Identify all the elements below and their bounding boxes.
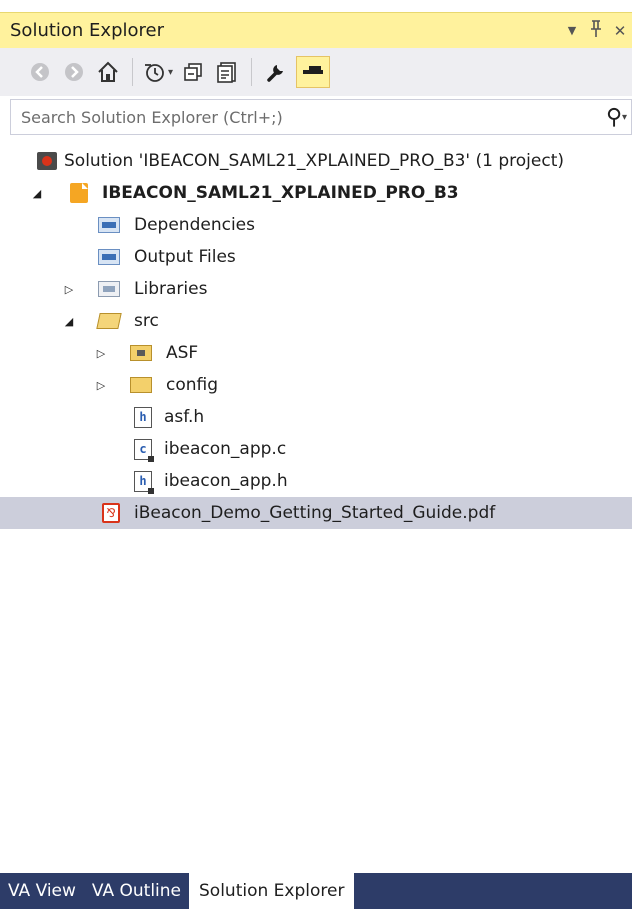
tree-item-ibeacon-app-c[interactable]: c ibeacon_app.c — [0, 433, 632, 465]
home-icon — [98, 61, 118, 82]
history-icon — [145, 64, 164, 82]
tree-item-label: Dependencies — [134, 215, 255, 235]
header-file-icon: h — [132, 406, 154, 428]
collapsed-arrow-icon[interactable]: ▷ — [94, 346, 108, 360]
tab-va-view[interactable]: VA View — [0, 873, 84, 909]
forward-icon — [65, 63, 83, 81]
collapse-all-icon — [184, 63, 202, 81]
pdf-icon: ⅋ — [100, 502, 122, 524]
tab-solution-explorer[interactable]: Solution Explorer — [189, 873, 355, 909]
collapsed-arrow-icon[interactable]: ▷ — [62, 282, 76, 296]
open-folder-icon — [96, 310, 122, 332]
toolbar-separator — [251, 58, 253, 86]
tree-item-label: ibeacon_app.h — [164, 471, 288, 491]
tool-window-tabs: VA View VA Outline Solution Explorer — [0, 873, 632, 909]
tree-item-label: Output Files — [134, 247, 236, 267]
tree-item-dependencies[interactable]: Dependencies — [0, 209, 632, 241]
show-all-files-icon — [217, 62, 236, 83]
tree-item-config-folder[interactable]: ▷ config — [0, 369, 632, 401]
tree-item-label: config — [166, 375, 219, 395]
collapsed-arrow-icon[interactable]: ▷ — [94, 378, 108, 392]
tree-item-asf-h[interactable]: h asf.h — [0, 401, 632, 433]
tab-va-outline[interactable]: VA Outline — [84, 873, 189, 909]
tree-item-label: Solution 'IBEACON_SAML21_XPLAINED_PRO_B3… — [64, 151, 564, 171]
window-title: Solution Explorer — [10, 20, 164, 41]
solution-tree: Solution 'IBEACON_SAML21_XPLAINED_PRO_B3… — [0, 145, 632, 529]
folder-icon — [130, 374, 152, 396]
header-file-icon: h — [132, 470, 154, 494]
search-icon[interactable]: ⚲ — [602, 105, 622, 130]
expanded-arrow-icon[interactable]: ◢ — [30, 186, 44, 200]
back-icon — [31, 63, 49, 81]
tree-item-libraries[interactable]: ▷ Libraries — [0, 273, 632, 305]
pin-icon[interactable] — [584, 19, 608, 42]
tool-window-title-bar: Solution Explorer ▼ ✕ — [0, 12, 632, 48]
tree-item-output-files[interactable]: Output Files — [0, 241, 632, 273]
tree-item-label: IBEACON_SAML21_XPLAINED_PRO_B3 — [102, 183, 459, 203]
expanded-arrow-icon[interactable]: ◢ — [62, 314, 76, 328]
tree-item-asf-folder[interactable]: ▷ ASF — [0, 337, 632, 369]
c-file-icon: c — [132, 438, 154, 462]
output-files-icon — [98, 246, 120, 268]
properties-button[interactable] — [262, 56, 290, 88]
tree-item-ibeacon-app-h[interactable]: h ibeacon_app.h — [0, 465, 632, 497]
toolbar-separator — [132, 58, 133, 86]
toolbar: ▾ — [0, 48, 632, 96]
tree-item-label: asf.h — [164, 407, 205, 427]
project-icon — [68, 182, 90, 204]
pending-changes-filter-button[interactable]: ▾ — [143, 56, 173, 88]
forward-button[interactable] — [60, 56, 88, 88]
back-button[interactable] — [26, 56, 54, 88]
libraries-icon — [98, 278, 120, 300]
window-position-dropdown-icon[interactable]: ▼ — [560, 24, 584, 37]
preview-selected-items-button[interactable] — [296, 56, 331, 88]
tree-item-label: src — [134, 311, 159, 331]
tree-item-label: iBeacon_Demo_Getting_Started_Guide.pdf — [134, 503, 496, 523]
tree-item-label: Libraries — [134, 279, 208, 299]
history-dropdown-icon[interactable]: ▾ — [168, 67, 173, 78]
close-icon[interactable]: ✕ — [608, 22, 632, 40]
wrench-icon — [267, 65, 284, 82]
search-options-dropdown-icon[interactable]: ▾ — [622, 112, 631, 123]
tree-item-pdf[interactable]: ⅋ iBeacon_Demo_Getting_Started_Guide.pdf — [0, 497, 632, 529]
tree-item-label: ibeacon_app.c — [164, 439, 287, 459]
dependencies-icon — [98, 214, 120, 236]
preview-icon — [303, 66, 324, 74]
search-input[interactable] — [11, 107, 602, 127]
asf-folder-icon — [130, 342, 152, 364]
collapse-all-button[interactable] — [179, 56, 207, 88]
tree-item-project[interactable]: ◢ IBEACON_SAML21_XPLAINED_PRO_B3 — [0, 177, 632, 209]
solution-icon — [36, 150, 58, 172]
show-all-files-button[interactable] — [213, 56, 241, 88]
tree-item-label: ASF — [166, 343, 199, 363]
tree-item-src[interactable]: ◢ src — [0, 305, 632, 337]
home-button[interactable] — [94, 56, 122, 88]
search-box[interactable]: ⚲ ▾ — [10, 99, 632, 135]
tree-item-solution[interactable]: Solution 'IBEACON_SAML21_XPLAINED_PRO_B3… — [0, 145, 632, 177]
